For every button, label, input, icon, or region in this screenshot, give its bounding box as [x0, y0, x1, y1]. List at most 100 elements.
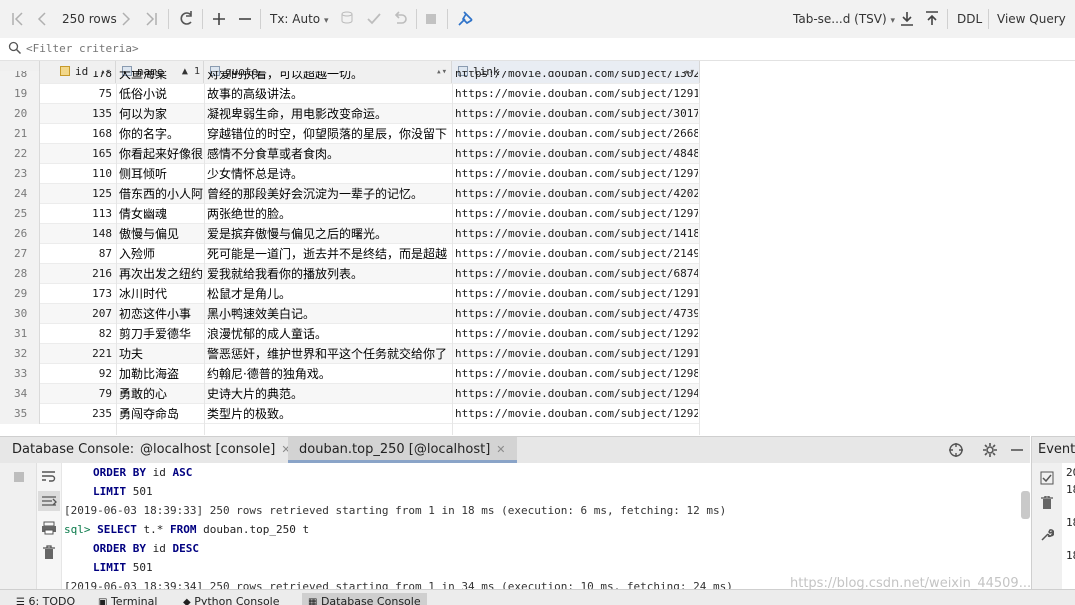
next-page-icon[interactable]	[120, 0, 132, 38]
cell-link[interactable]: https://movie.douban.com/subject/1418…	[452, 224, 698, 244]
filter-criteria-input[interactable]	[26, 40, 626, 57]
transaction-mode-dropdown[interactable]: Tx: Auto ▾	[270, 0, 329, 38]
print-icon[interactable]	[41, 521, 57, 535]
table-row[interactable]: 26 148 傲慢与偏见 爱是摈弃傲慢与偏见之后的曙光。 https://movie.d…	[0, 224, 700, 244]
cell-name[interactable]: 何以为家	[116, 104, 204, 124]
cell-link[interactable]: https://movie.douban.com/subject/4739…	[452, 304, 698, 324]
prev-page-icon[interactable]	[36, 0, 48, 38]
cell-link[interactable]: https://movie.douban.com/subject/1297…	[452, 204, 698, 224]
first-page-icon[interactable]	[10, 0, 24, 38]
table-row[interactable]: 29 173 冰川时代 松鼠才是角儿。 https://movie.douban.com…	[0, 284, 700, 304]
cell-quote[interactable]: 黑小鸭速效美白记。	[204, 304, 452, 324]
table-row[interactable]: 30 207 初恋这件小事 黑小鸭速效美白记。 https://movie.douban…	[0, 304, 700, 324]
cell-id[interactable]: 135	[40, 104, 116, 124]
table-row[interactable]: 25 113 倩女幽魂 两张绝世的脸。 https://movie.douban.com…	[0, 204, 700, 224]
cell-id[interactable]: 235	[40, 404, 116, 424]
cell-link[interactable]: https://movie.douban.com/subject/4202…	[452, 184, 698, 204]
cell-id[interactable]: 92	[40, 364, 116, 384]
stop-icon[interactable]	[13, 471, 25, 483]
soft-wrap-icon[interactable]	[41, 469, 57, 483]
cell-quote[interactable]: 死可能是一道门，逝去并不是终结，而是超越	[204, 244, 452, 264]
table-row[interactable]: 34 79 勇敢的心 史诗大片的典范。 https://movie.douban.com…	[0, 384, 700, 404]
cell-name[interactable]: 你的名字。	[116, 124, 204, 144]
cell-link[interactable]: https://movie.douban.com/subject/1292…	[452, 324, 698, 344]
close-icon[interactable]: ✕	[496, 443, 505, 456]
cell-id[interactable]: 82	[40, 324, 116, 344]
cell-id[interactable]: 207	[40, 304, 116, 324]
cell-link[interactable]: https://movie.douban.com/subject/1291…	[452, 344, 698, 364]
cell-id[interactable]: 125	[40, 184, 116, 204]
table-row[interactable]: 35 235 勇闯夺命岛 类型片的极致。 https://movie.douban.co…	[0, 404, 700, 424]
table-row[interactable]: 24 125 借东西的小人阿 曾经的那段美好会沉淀为一辈子的记忆。 https://mo…	[0, 184, 700, 204]
cell-link[interactable]: https://movie.douban.com/subject/6874…	[452, 264, 698, 284]
cell-name[interactable]: 大鱼海棠	[116, 71, 204, 84]
scroll-to-end-icon[interactable]	[38, 491, 60, 511]
cell-name[interactable]: 倩女幽魂	[116, 204, 204, 224]
ddl-button[interactable]: DDL	[957, 0, 982, 38]
cell-name[interactable]: 傲慢与偏见	[116, 224, 204, 244]
cell-id[interactable]: 216	[40, 264, 116, 284]
db-icon[interactable]	[340, 0, 354, 38]
table-row[interactable]: 20 135 何以为家 凝视卑弱生命，用电影改变命运。 https://movie.do…	[0, 104, 700, 124]
delete-row-icon[interactable]	[238, 0, 252, 38]
last-page-icon[interactable]	[145, 0, 159, 38]
cell-name[interactable]: 勇闯夺命岛	[116, 404, 204, 424]
cell-quote[interactable]: 浪漫忧郁的成人童话。	[204, 324, 452, 344]
cell-quote[interactable]: 故事的高级讲法。	[204, 84, 452, 104]
table-row[interactable]: 21 168 你的名字。 穿越错位的时空，仰望陨落的星辰，你没留下 https://mo…	[0, 124, 700, 144]
cell-name[interactable]: 再次出发之纽约	[116, 264, 204, 284]
table-row[interactable]: 19 75 低俗小说 故事的高级讲法。 https://movie.douban.com…	[0, 84, 700, 104]
cell-quote[interactable]: 爱我就给我看你的播放列表。	[204, 264, 452, 284]
cell-name[interactable]: 冰川时代	[116, 284, 204, 304]
row-count-dropdown[interactable]: 250 rows	[62, 0, 117, 38]
minimize-icon[interactable]	[1010, 442, 1024, 458]
rollback-undo-icon[interactable]	[392, 0, 408, 38]
cell-link[interactable]: https://movie.douban.com/subject/4848…	[452, 144, 698, 164]
cell-quote[interactable]: 凝视卑弱生命，用电影改变命运。	[204, 104, 452, 124]
add-row-icon[interactable]	[212, 0, 226, 38]
cell-link[interactable]: https://movie.douban.com/subject/2668…	[452, 124, 698, 144]
event-log-title[interactable]: Event L	[1038, 437, 1075, 463]
cell-link[interactable]: https://movie.douban.com/subject/1302	[452, 71, 698, 84]
table-row[interactable]: 32 221 功夫 警恶惩奸，维护世界和平这个任务就交给你了 https://movie…	[0, 344, 700, 364]
table-row[interactable]: 31 82 剪刀手爱德华 浪漫忧郁的成人童话。 https://movie.douban…	[0, 324, 700, 344]
table-row[interactable]: 27 87 入殓师 死可能是一道门，逝去并不是终结，而是超越 https://movie…	[0, 244, 700, 264]
table-row[interactable]: 22 165 你看起来好像很 感情不分食草或者食肉。 https://movie.dou…	[0, 144, 700, 164]
cell-name[interactable]: 加勒比海盗	[116, 364, 204, 384]
cell-quote[interactable]: 感情不分食草或者食肉。	[204, 144, 452, 164]
cell-quote[interactable]: 类型片的极致。	[204, 404, 452, 424]
cell-quote[interactable]: 约翰尼·德普的独角戏。	[204, 364, 452, 384]
cell-id[interactable]: 113	[40, 204, 116, 224]
cell-quote[interactable]: 爱是摈弃傲慢与偏见之后的曙光。	[204, 224, 452, 244]
download-icon[interactable]	[899, 0, 915, 38]
trash-icon[interactable]	[42, 545, 56, 561]
cell-id[interactable]: 221	[40, 344, 116, 364]
tab-douban-top250[interactable]: douban.top_250 [@localhost] ✕	[288, 437, 517, 463]
export-format-dropdown[interactable]: Tab-se...d (TSV) ▾	[793, 0, 895, 38]
table-row[interactable]: 33 92 加勒比海盗 约翰尼·德普的独角戏。 https://movie.douban…	[0, 364, 700, 384]
cell-id[interactable]: 165	[40, 144, 116, 164]
refresh-icon[interactable]	[178, 0, 194, 38]
cell-name[interactable]: 借东西的小人阿	[116, 184, 204, 204]
tab-database-console[interactable]: ▦ Database Console	[302, 593, 427, 605]
cell-quote[interactable]: 少女情怀总是诗。	[204, 164, 452, 184]
gear-icon[interactable]	[982, 442, 998, 458]
cell-link[interactable]: https://movie.douban.com/subject/1291…	[452, 284, 698, 304]
checkbox-icon[interactable]	[1040, 471, 1054, 485]
crosshair-target-icon[interactable]	[948, 442, 964, 458]
cell-link[interactable]: https://movie.douban.com/subject/1291…	[452, 84, 698, 104]
cell-link[interactable]: https://movie.douban.com/subject/1292…	[452, 404, 698, 424]
cell-quote[interactable]: 警恶惩奸，维护世界和平这个任务就交给你了	[204, 344, 452, 364]
pin-tab-icon[interactable]	[456, 0, 474, 38]
cell-quote[interactable]: 史诗大片的典范。	[204, 384, 452, 404]
tab-terminal[interactable]: ▣ Terminal	[98, 593, 157, 605]
cell-link[interactable]: https://movie.douban.com/subject/2149…	[452, 244, 698, 264]
cell-link[interactable]: https://movie.douban.com/subject/1297…	[452, 164, 698, 184]
cell-name[interactable]: 剪刀手爱德华	[116, 324, 204, 344]
view-query-button[interactable]: View Query	[997, 0, 1066, 38]
commit-check-icon[interactable]	[366, 0, 382, 38]
cell-quote[interactable]: 松鼠才是角儿。	[204, 284, 452, 304]
cell-name[interactable]: 低俗小说	[116, 84, 204, 104]
cell-id[interactable]: 178	[40, 71, 116, 84]
cell-quote[interactable]: 对爱的执着，可以超越一切。	[204, 71, 452, 84]
